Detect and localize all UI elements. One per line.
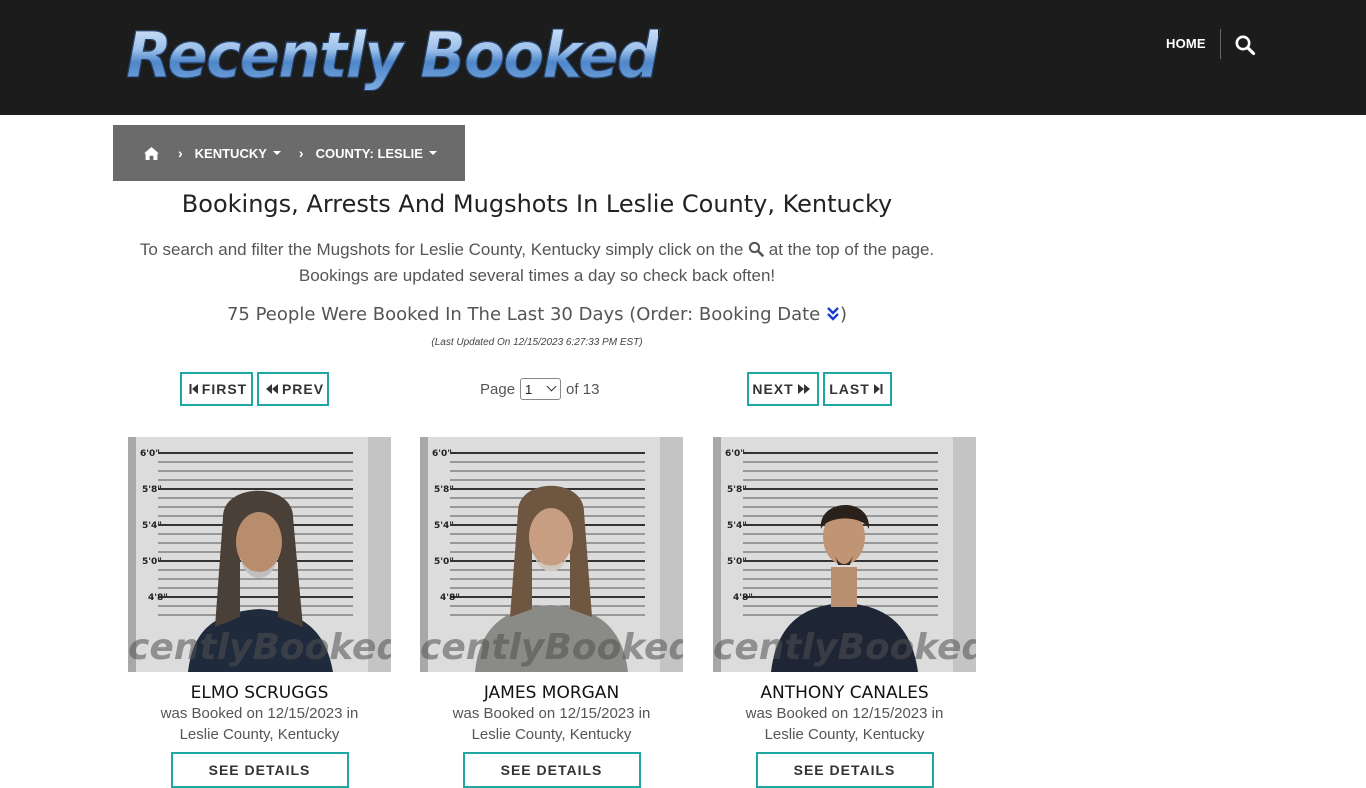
page-indicator: Page 1 of 13 (480, 377, 599, 401)
chevron-down-icon (546, 381, 557, 392)
nav-divider (1220, 29, 1221, 59)
home-icon[interactable] (143, 146, 160, 161)
mugshot-image: 6'0" 5'8" 5'4" 5'0" 4'8" centlyBooked.co (713, 437, 976, 672)
chevron-right-icon: › (298, 145, 304, 161)
caret-down-icon (428, 151, 437, 155)
next-page-button[interactable]: NEXT (747, 372, 819, 406)
sort-order-icon[interactable] (826, 306, 840, 322)
mugshot-photo[interactable]: 6'0" 5'8" 5'4" 5'0" 4'8" centlyBooked.co (128, 437, 391, 672)
watermark-text: centlyBooked.co (713, 627, 976, 668)
page-select[interactable]: 1 (520, 378, 562, 400)
page-label: Page (480, 380, 516, 398)
mugshot-image: 6'0" 5'8" 5'4" 5'0" 4'8" centlyBooked.co (128, 437, 391, 672)
intro-text-start: To search and filter the Mugshots for Le… (139, 240, 744, 259)
search-icon (748, 241, 764, 257)
last-updated-text: (Last Updated On 12/15/2023 6:27:33 PM E… (431, 337, 643, 348)
svg-text:5'0": 5'0" (727, 557, 747, 567)
svg-text:5'4": 5'4" (434, 521, 454, 531)
mugshot-photo[interactable]: 6'0" 5'8" 5'4" 5'0" 4'8" centlyBooked.co (713, 437, 976, 672)
svg-text:5'0": 5'0" (434, 557, 454, 567)
watermark-text: centlyBooked.co (420, 627, 683, 668)
booking-count-heading: 75 People Were Booked In The Last 30 Day… (113, 304, 961, 325)
svg-text:6'0": 6'0" (140, 449, 160, 459)
chevron-right-icon: › (178, 145, 183, 161)
booking-card[interactable]: 6'0" 5'8" 5'4" 5'0" 4'8" centlyBooked.co JAM… (420, 437, 683, 788)
svg-text:4'8": 4'8" (148, 593, 168, 603)
see-details-button[interactable]: SEE DETAILS (462, 752, 641, 788)
breadcrumb-county-label: COUNTY: LESLIE (315, 145, 423, 161)
site-logo[interactable]: Recently Booked (126, 16, 661, 96)
search-icon[interactable] (1234, 34, 1256, 56)
next-page-label: NEXT (752, 381, 794, 397)
booking-location-text: Leslie County, Kentucky (764, 726, 925, 743)
svg-text:5'8": 5'8" (142, 485, 162, 495)
fast-forward-icon (797, 384, 810, 394)
booking-location-text: Leslie County, Kentucky (471, 726, 632, 743)
intro-text: To search and filter the Mugshots for Le… (113, 237, 961, 289)
last-page-label: LAST (829, 381, 870, 397)
booking-card[interactable]: 6'0" 5'8" 5'4" 5'0" 4'8" centlyBooked.co ELM… (128, 437, 391, 788)
svg-text:5'4": 5'4" (727, 521, 747, 531)
svg-text:4'8": 4'8" (733, 593, 753, 603)
breadcrumb-state-label: KENTUCKY (194, 145, 267, 161)
inmate-name[interactable]: ANTHONY CANALES (713, 683, 976, 703)
skip-first-icon (189, 384, 198, 394)
skip-last-icon (873, 384, 883, 394)
page-total-label: of 13 (566, 380, 600, 398)
rewind-icon (265, 384, 278, 394)
svg-text:5'8": 5'8" (727, 485, 747, 495)
svg-text:4'8": 4'8" (440, 593, 460, 603)
breadcrumb: › KENTUCKY › COUNTY: LESLIE (113, 125, 465, 181)
intro-text-end: at the top of the page. (768, 240, 935, 259)
logo-text: Recently Booked (126, 16, 661, 96)
booking-location-text: Leslie County, Kentucky (179, 726, 340, 743)
breadcrumb-county-dropdown[interactable]: COUNTY: LESLIE (316, 146, 437, 161)
mugshot-image: 6'0" 5'8" 5'4" 5'0" 4'8" centlyBooked.co (420, 437, 683, 672)
prev-page-label: PREV (281, 381, 325, 397)
svg-text:5'4": 5'4" (142, 521, 162, 531)
svg-text:5'0": 5'0" (142, 557, 162, 567)
booking-card[interactable]: 6'0" 5'8" 5'4" 5'0" 4'8" centlyBooked.co ANT… (713, 437, 976, 788)
see-details-button[interactable]: SEE DETAILS (170, 752, 349, 788)
page-title: Bookings, Arrests And Mugshots In Leslie… (181, 190, 893, 218)
booking-date-text: was Booked on 12/15/2023 in (745, 705, 944, 722)
intro-text-line2: Bookings are updated several times a day… (298, 266, 776, 285)
see-details-button[interactable]: SEE DETAILS (755, 752, 934, 788)
inmate-name[interactable]: JAMES MORGAN (420, 683, 683, 703)
nav-home-link[interactable]: HOME (1166, 36, 1206, 51)
first-page-button[interactable]: FIRST (180, 372, 253, 406)
booking-count-text: 75 People Were Booked In The Last 30 Day… (226, 304, 821, 325)
page-select-value: 1 (525, 381, 533, 397)
mugshot-photo[interactable]: 6'0" 5'8" 5'4" 5'0" 4'8" centlyBooked.co (420, 437, 683, 672)
booking-date-text: was Booked on 12/15/2023 in (452, 705, 651, 722)
inmate-name[interactable]: ELMO SCRUGGS (128, 683, 391, 703)
booking-date-text: was Booked on 12/15/2023 in (160, 705, 359, 722)
last-page-button[interactable]: LAST (823, 372, 892, 406)
watermark-text: centlyBooked.co (128, 627, 391, 668)
prev-page-button[interactable]: PREV (257, 372, 329, 406)
caret-down-icon (272, 151, 281, 155)
booking-count-close: ) (840, 304, 848, 325)
first-page-label: FIRST (201, 381, 248, 397)
breadcrumb-state-dropdown[interactable]: KENTUCKY (195, 146, 281, 161)
svg-text:5'8": 5'8" (434, 485, 454, 495)
svg-text:6'0": 6'0" (432, 449, 452, 459)
svg-text:6'0": 6'0" (725, 449, 745, 459)
top-navbar: Recently Booked HOME (0, 0, 1366, 115)
